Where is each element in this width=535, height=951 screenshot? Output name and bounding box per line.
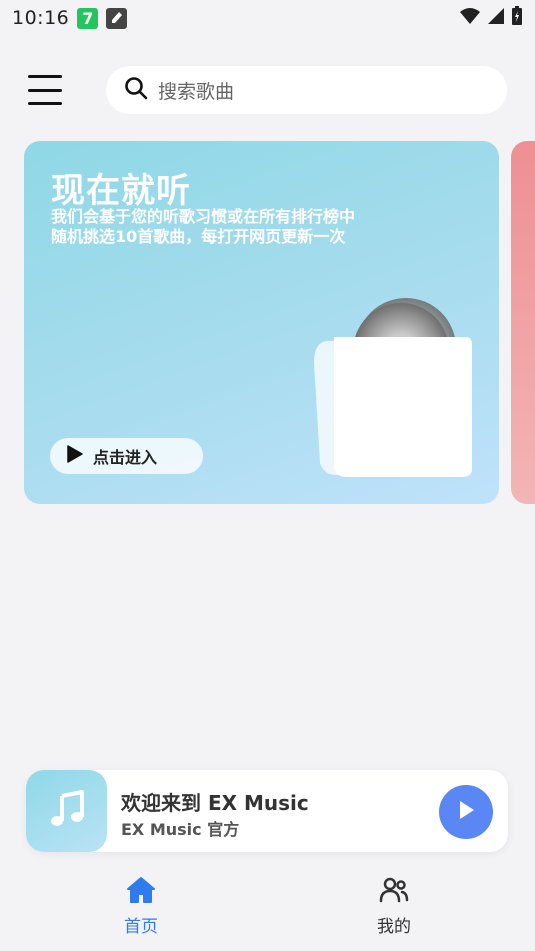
bottom-navigation: 首页 我的 xyxy=(0,866,535,951)
enter-button-label: 点击进入 xyxy=(93,448,158,467)
album-cover xyxy=(26,770,107,852)
home-icon xyxy=(126,876,156,908)
users-icon xyxy=(379,876,409,908)
menu-icon[interactable] xyxy=(28,75,62,105)
nav-item-mine[interactable]: 我的 xyxy=(334,876,454,937)
next-banner-peek[interactable] xyxy=(511,141,535,504)
nav-label-home: 首页 xyxy=(124,917,158,937)
track-artist: EX Music 官方 xyxy=(121,820,240,839)
enter-button[interactable]: 点击进入 xyxy=(50,438,203,474)
play-button[interactable] xyxy=(439,785,493,839)
nav-label-mine: 我的 xyxy=(377,917,411,937)
signal-icon xyxy=(487,7,505,29)
battery-icon xyxy=(511,6,523,30)
search-bar[interactable]: 搜索歌曲 xyxy=(106,66,507,114)
status-time: 10:16 xyxy=(12,7,70,29)
nav-item-home[interactable]: 首页 xyxy=(81,876,201,937)
vinyl-record-illustration xyxy=(306,293,496,487)
track-title: 欢迎来到 EX Music xyxy=(121,791,309,815)
status-bar: 10:16 7 xyxy=(0,0,535,36)
search-icon xyxy=(124,76,148,104)
mini-player[interactable]: 欢迎来到 EX Music EX Music 官方 xyxy=(26,770,508,852)
play-icon xyxy=(457,800,475,824)
app-notification-icon: 7 xyxy=(77,7,99,29)
wifi-icon xyxy=(459,7,481,29)
music-note-icon xyxy=(48,790,86,832)
listen-now-banner[interactable]: 现在就听 我们会基于您的听歌习惯或在所有排行榜中随机挑选10首歌曲，每打开网页更… xyxy=(24,141,499,504)
search-input[interactable]: 搜索歌曲 xyxy=(158,77,234,104)
banner-title: 现在就听 xyxy=(51,171,191,211)
edit-notification-icon xyxy=(106,7,128,29)
top-bar: 搜索歌曲 xyxy=(0,66,535,116)
banner-description: 我们会基于您的听歌习惯或在所有排行榜中随机挑选10首歌曲，每打开网页更新一次 xyxy=(51,207,356,246)
play-icon xyxy=(67,445,83,467)
